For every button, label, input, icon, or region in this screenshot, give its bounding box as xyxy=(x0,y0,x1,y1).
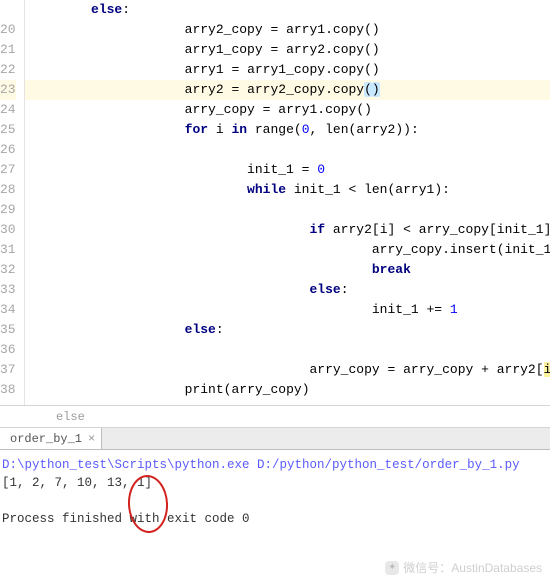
line-number: 29 xyxy=(0,200,16,220)
code-line[interactable]: else: xyxy=(25,0,550,20)
line-number: 37 xyxy=(0,360,16,380)
code-line[interactable] xyxy=(25,200,550,220)
line-number: 25 xyxy=(0,120,16,140)
tab-label: order_by_1 xyxy=(10,432,82,446)
line-number: 33 xyxy=(0,280,16,300)
code-line[interactable] xyxy=(25,400,550,420)
wechat-icon: ✦ xyxy=(385,561,399,575)
code-line[interactable]: for i in range(0, len(arry2)): xyxy=(25,120,550,140)
code-line[interactable]: arry1 = arry1_copy.copy() xyxy=(25,60,550,80)
watermark: ✦ 微信号：AustinDatabases xyxy=(385,559,542,576)
code-line[interactable]: arry1_copy = arry2.copy() xyxy=(25,40,550,60)
code-line[interactable]: arry2_copy = arry1.copy() xyxy=(25,20,550,40)
line-number: 34 xyxy=(0,300,16,320)
code-line[interactable]: else: xyxy=(25,280,550,300)
console-tab-row: order_by_1 × xyxy=(0,428,550,450)
line-number: 36 xyxy=(0,340,16,360)
line-number: 35 xyxy=(0,320,16,340)
line-number: 23 xyxy=(0,80,16,100)
code-area[interactable]: else: arry2_copy = arry1.copy() arry1_co… xyxy=(25,0,550,405)
code-line[interactable]: init_1 += 1 xyxy=(25,300,550,320)
code-line[interactable]: else: xyxy=(25,320,550,340)
line-number-gutter: 20212223242526272829303132333435363738 xyxy=(0,0,25,405)
code-line[interactable] xyxy=(25,140,550,160)
line-number: 21 xyxy=(0,40,16,60)
line-number: 20 xyxy=(0,20,16,40)
line-number: 27 xyxy=(0,160,16,180)
code-line[interactable]: while init_1 < len(arry1): xyxy=(25,180,550,200)
console-result: [1, 2, 7, 10, 13, 1] xyxy=(2,474,548,492)
code-line[interactable]: arry2 = arry2_copy.copy() xyxy=(25,80,550,100)
line-number: 30 xyxy=(0,220,16,240)
watermark-text: 微信号：AustinDatabases xyxy=(403,559,542,576)
console-output[interactable]: D:\python_test\Scripts\python.exe D:/pyt… xyxy=(0,450,550,560)
line-number xyxy=(0,400,16,420)
line-number: 28 xyxy=(0,180,16,200)
code-line[interactable]: arry_copy = arry1.copy() xyxy=(25,100,550,120)
code-line[interactable] xyxy=(25,340,550,360)
console-status: Process finished with exit code 0 xyxy=(2,510,548,528)
code-line[interactable]: print(arry_copy) xyxy=(25,380,550,400)
line-number: 26 xyxy=(0,140,16,160)
code-line[interactable]: break xyxy=(25,260,550,280)
code-line[interactable]: arry_copy.insert(init_1 + i, arry2[i]) xyxy=(25,240,550,260)
code-line[interactable]: arry_copy = arry_copy + arry2[i:] xyxy=(25,360,550,380)
line-number: 38 xyxy=(0,380,16,400)
line-number: 31 xyxy=(0,240,16,260)
editor-pane[interactable]: 20212223242526272829303132333435363738 e… xyxy=(0,0,550,406)
line-number: 22 xyxy=(0,60,16,80)
line-number: 24 xyxy=(0,100,16,120)
code-line[interactable]: if arry2[i] < arry_copy[init_1]: xyxy=(25,220,550,240)
line-number: 32 xyxy=(0,260,16,280)
code-line[interactable]: init_1 = 0 xyxy=(25,160,550,180)
line-number xyxy=(0,0,16,20)
tab-run-config[interactable]: order_by_1 × xyxy=(0,428,102,449)
console-command: D:\python_test\Scripts\python.exe D:/pyt… xyxy=(2,456,548,474)
close-icon[interactable]: × xyxy=(88,432,95,446)
